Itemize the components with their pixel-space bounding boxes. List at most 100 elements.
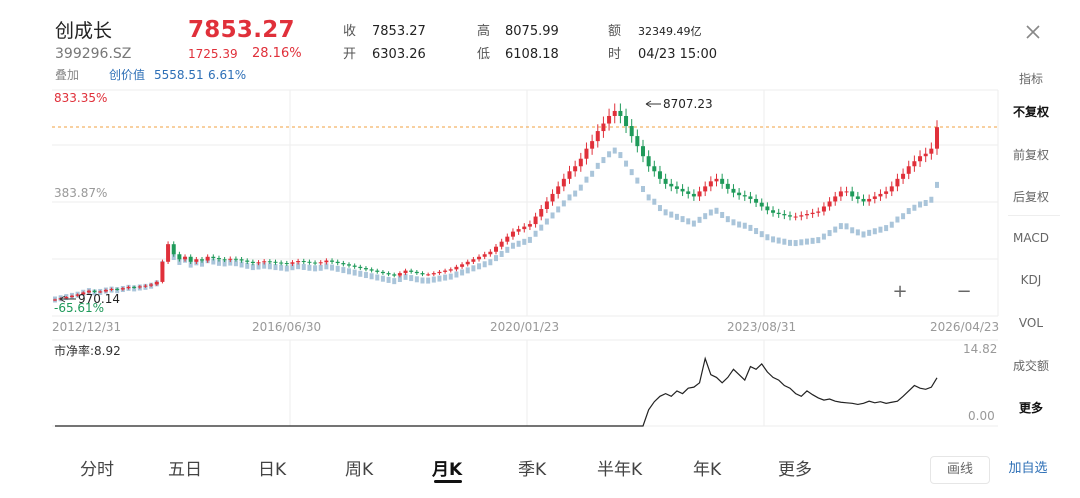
close-icon[interactable]	[1023, 22, 1043, 42]
candle-body	[935, 127, 939, 149]
candle-body	[641, 146, 645, 157]
tab-intraday[interactable]: 分时	[80, 455, 114, 480]
overlay-point	[748, 224, 753, 231]
candle-body	[595, 131, 600, 142]
candle-body	[216, 258, 221, 260]
min-label: 970.14	[78, 292, 120, 306]
candle-body	[561, 178, 566, 187]
overlay-point	[793, 240, 798, 247]
overlay-point	[906, 208, 911, 215]
sidebar-item-unadjusted[interactable]: 不复权	[1000, 103, 1062, 120]
tab-monthly-k[interactable]: 月K	[432, 455, 462, 480]
draw-line-button[interactable]: 画线	[930, 456, 990, 484]
overlay-point	[307, 264, 312, 271]
candle-body	[262, 261, 267, 263]
overlay-point	[578, 184, 583, 191]
overlay-point	[454, 271, 459, 278]
candle-body	[160, 261, 165, 282]
candle-body	[714, 178, 719, 182]
candle-body	[375, 270, 380, 272]
candle-body	[657, 171, 662, 179]
candle-body	[120, 288, 125, 290]
candle-body	[183, 256, 188, 260]
candle-body	[369, 269, 374, 271]
overlay-point	[301, 263, 306, 270]
candle-body	[629, 126, 634, 137]
tab-halfyear-k[interactable]: 半年K	[597, 455, 642, 480]
overlay-point	[465, 267, 470, 274]
overlay-point	[330, 264, 335, 271]
candle-body	[228, 258, 233, 260]
sidebar-item-vol[interactable]: VOL	[1000, 316, 1062, 330]
candle-body	[816, 211, 821, 213]
sidebar-item-more[interactable]: 更多	[1000, 399, 1062, 416]
candle-body	[279, 262, 284, 264]
sidebar-item-backward-adjusted[interactable]: 后复权	[1000, 188, 1062, 205]
overlay-point	[816, 237, 821, 244]
overlay-point	[612, 147, 617, 154]
overlay-point	[527, 236, 532, 243]
candle-body	[669, 183, 674, 187]
candle-body	[499, 241, 504, 247]
overlay-point	[279, 264, 284, 271]
tab-yearly-k[interactable]: 年K	[693, 455, 721, 480]
sub-chart-title: 市净率:8.92	[54, 343, 121, 358]
sidebar-item-turnover[interactable]: 成交额	[1000, 357, 1062, 374]
candle-body	[177, 254, 182, 260]
overlay-point	[674, 213, 679, 220]
sidebar-item-indicators[interactable]: 指标	[1000, 70, 1062, 87]
candle-body	[414, 271, 419, 274]
tab-quarterly-k[interactable]: 季K	[518, 455, 546, 480]
sidebar-item-kdj[interactable]: KDJ	[1000, 273, 1062, 287]
overlay-point	[833, 226, 838, 233]
candle-body	[143, 285, 148, 287]
sidebar-item-macd[interactable]: MACD	[1000, 231, 1062, 245]
zoom-in-icon[interactable]: +	[889, 282, 911, 304]
sub-y-top: 14.82	[963, 342, 997, 356]
tab-daily-k[interactable]: 日K	[258, 455, 286, 480]
overlay-point	[889, 221, 894, 228]
y-top-label: 833.35%	[54, 91, 107, 105]
candle-body	[494, 246, 498, 252]
candle-body	[578, 158, 583, 167]
overlay-point	[539, 224, 544, 231]
tab-five-day[interactable]: 五日	[168, 455, 202, 480]
kline-chart[interactable]: 833.35% 383.87% -65.61% 8707.23 970.14 2…	[0, 0, 1000, 440]
candle-body	[431, 273, 436, 275]
candle-body	[889, 186, 894, 192]
tab-more[interactable]: 更多	[778, 455, 812, 480]
candle-body	[301, 261, 306, 263]
candle-body	[912, 161, 917, 167]
candle-body	[205, 256, 210, 261]
candle-body	[601, 123, 606, 132]
overlay-point	[392, 278, 397, 285]
candle-body	[550, 193, 555, 202]
overlay-point	[358, 270, 363, 277]
candle-body	[838, 191, 843, 197]
candle-body	[211, 256, 216, 259]
candle-body	[188, 256, 193, 262]
overlay-point	[471, 265, 476, 272]
add-watchlist-button[interactable]: 加自选	[1000, 456, 1056, 484]
pb-ratio-line	[55, 356, 938, 427]
overlay-point	[460, 269, 465, 276]
overlay-point	[821, 233, 826, 240]
overlay-point	[607, 151, 612, 158]
overlay-point	[878, 226, 883, 233]
candle-body	[804, 214, 809, 216]
zoom-out-icon[interactable]: −	[953, 282, 975, 304]
candle-body	[482, 254, 487, 257]
candle-body	[793, 216, 798, 218]
overlay-point	[765, 234, 770, 241]
overlay-point	[482, 261, 487, 268]
tab-weekly-k[interactable]: 周K	[345, 455, 373, 480]
overlay-point	[550, 212, 555, 219]
overlay-point	[567, 194, 572, 201]
overlay-point	[771, 236, 776, 243]
overlay-point	[341, 267, 346, 274]
overlay-point	[918, 201, 923, 208]
sidebar-item-forward-adjusted[interactable]: 前复权	[1000, 146, 1062, 163]
candle-body	[884, 191, 889, 194]
overlay-point	[742, 222, 747, 229]
overlay-point	[505, 246, 510, 253]
